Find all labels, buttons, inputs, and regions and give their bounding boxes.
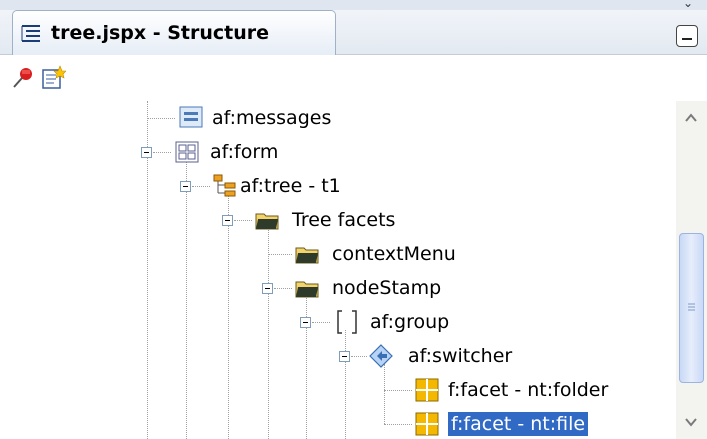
tree-node-tree-facets[interactable]: Tree facets xyxy=(0,203,676,237)
collapse-icon[interactable] xyxy=(222,215,233,226)
node-label: f:facet - nt:folder xyxy=(448,379,609,401)
tree-node-af-messages[interactable]: af:messages xyxy=(0,101,676,135)
minimize-button[interactable] xyxy=(676,25,698,47)
node-label: Tree facets xyxy=(292,209,396,231)
form-icon xyxy=(175,141,199,163)
tree-node-af-group[interactable]: af:group xyxy=(0,305,676,339)
folder-icon xyxy=(295,247,319,264)
panel-title: tree.jspx - Structure xyxy=(51,22,270,44)
scrollbar-thumb[interactable] xyxy=(679,233,704,383)
tree-node-node-stamp[interactable]: nodeStamp xyxy=(0,271,676,305)
messages-icon xyxy=(179,106,203,128)
facet-icon xyxy=(415,378,439,402)
scroll-up-icon[interactable] xyxy=(676,101,707,135)
tree-icon xyxy=(213,174,236,197)
grip-icon xyxy=(688,303,695,311)
tree-node-context-menu[interactable]: contextMenu xyxy=(0,237,676,271)
node-label: nodeStamp xyxy=(332,277,442,299)
folder-icon xyxy=(255,213,279,230)
pin-icon[interactable] xyxy=(10,65,36,91)
vertical-scrollbar[interactable] xyxy=(676,101,707,439)
node-label: af:switcher xyxy=(408,345,513,367)
collapse-icon[interactable] xyxy=(300,317,311,328)
collapse-icon[interactable] xyxy=(180,181,191,192)
tree-node-facet-file[interactable]: f:facet - nt:file xyxy=(0,407,676,439)
menu-chevron-icon[interactable]: ⌄ xyxy=(683,0,693,10)
node-label: contextMenu xyxy=(332,243,456,265)
node-label: af:messages xyxy=(212,107,332,129)
folder-icon xyxy=(295,281,319,298)
node-label: af:tree - t1 xyxy=(240,175,341,197)
collapse-icon[interactable] xyxy=(141,147,152,158)
tree-node-af-tree[interactable]: af:tree - t1 xyxy=(0,169,676,203)
group-icon xyxy=(337,310,357,334)
node-label: af:form xyxy=(210,141,279,163)
minimize-icon xyxy=(682,38,692,40)
structure-toolbar xyxy=(0,55,707,101)
collapse-icon[interactable] xyxy=(339,351,350,362)
tree-node-facet-folder[interactable]: f:facet - nt:folder xyxy=(0,373,676,407)
structure-tab[interactable]: tree.jspx - Structure xyxy=(12,10,336,55)
structure-icon xyxy=(21,25,40,42)
facet-icon xyxy=(415,412,439,436)
top-border xyxy=(0,0,707,10)
tree-node-af-form[interactable]: af:form xyxy=(0,135,676,169)
structure-tree: af:messages af:form af:tree - t1 Tree fa… xyxy=(0,101,676,439)
tree-node-af-switcher[interactable]: af:switcher xyxy=(0,339,676,373)
scroll-down-icon[interactable] xyxy=(676,405,707,439)
panel-header: ⌄ tree.jspx - Structure xyxy=(0,0,707,55)
node-label: af:group xyxy=(370,311,450,333)
node-label-selected: f:facet - nt:file xyxy=(448,412,589,436)
collapse-icon[interactable] xyxy=(262,283,273,294)
switcher-icon xyxy=(369,344,393,368)
freeze-view-icon[interactable] xyxy=(40,65,66,91)
